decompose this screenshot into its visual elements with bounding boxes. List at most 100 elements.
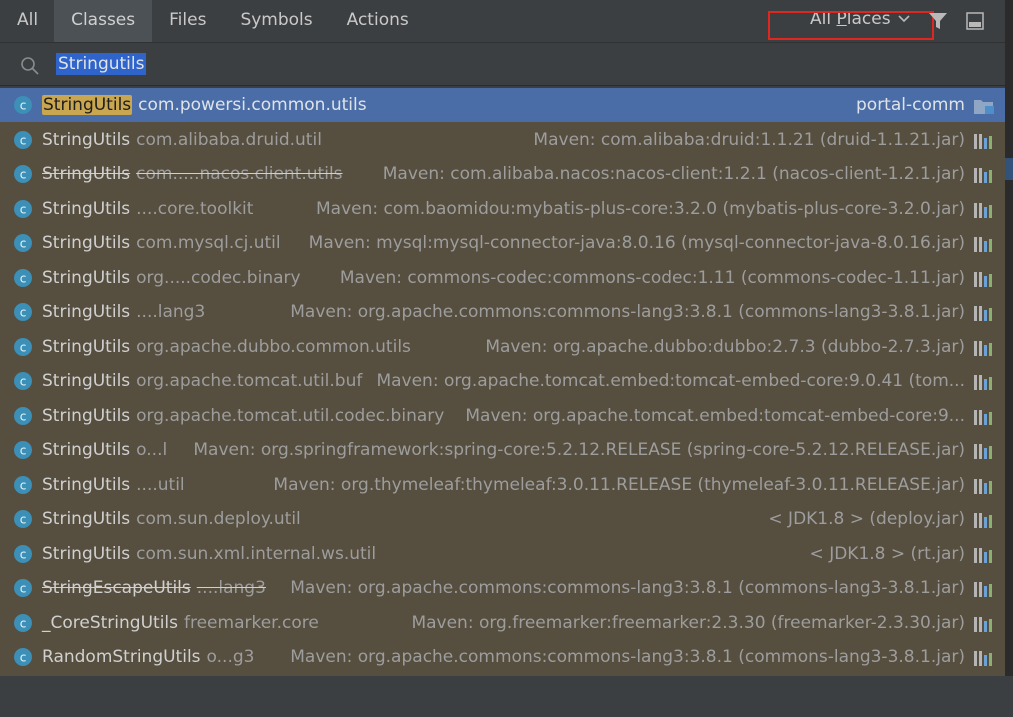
result-row[interactable]: c StringUtils com.alibaba.druid.util Maven:…	[0, 123, 1007, 157]
result-row[interactable]: c StringUtils org.....codec.binary Maven: c…	[0, 261, 1007, 295]
class-icon: c	[14, 165, 32, 183]
tab-files[interactable]: Files	[152, 0, 223, 42]
class-icon: c	[14, 406, 32, 425]
result-row[interactable]: c StringUtils com.powersi.common.utils port…	[0, 88, 1007, 122]
class-name-text: StringUtils	[42, 474, 131, 495]
library-location: Maven: mysql:mysql-connector-java:8.0.16…	[308, 233, 965, 253]
status-area	[0, 676, 1013, 717]
class-name: StringUtils com.alibaba.druid.util	[42, 123, 322, 157]
class-name: StringUtils ....util	[42, 468, 185, 502]
class-name: StringUtils com.....nacos.client.utils	[42, 157, 343, 191]
package-name: com.powersi.common.utils	[138, 95, 367, 115]
class-name: StringUtils o...l	[42, 433, 167, 467]
class-icon: c	[14, 613, 32, 632]
result-row[interactable]: c StringUtils com.sun.deploy.util < JDK1.8 …	[0, 502, 1007, 536]
class-name-text: StringUtils	[42, 543, 131, 564]
class-name-text: StringUtils	[42, 371, 131, 391]
svg-text:c: c	[20, 651, 27, 665]
package-name: org.apache.dubbo.common.utils	[136, 336, 411, 357]
class-name: StringUtils org.apache.dubbo.common.utils	[42, 330, 411, 364]
class-name: StringUtils com.sun.xml.internal.ws.util	[42, 537, 376, 571]
class-icon: c	[14, 234, 32, 252]
search-bar: Stringutils	[0, 42, 1005, 86]
library-location: Maven: org.apache.commons:commons-lang3:…	[290, 302, 965, 322]
library-icon	[974, 340, 992, 356]
library-location: Maven: commons-codec:commons-codec:1.11 …	[339, 267, 965, 288]
class-name-text: RandomStringUtils	[42, 647, 201, 667]
library-location: Maven: org.apache.tomcat.embed:tomcat-em…	[376, 371, 965, 391]
library-icon	[974, 582, 992, 597]
library-location: Maven: org.springframework:spring-core:5…	[193, 440, 965, 460]
pin-window-icon[interactable]	[966, 12, 984, 30]
svg-text:c: c	[20, 375, 27, 389]
class-name: StringUtils com.sun.deploy.util	[42, 502, 301, 536]
result-row[interactable]: c StringUtils org.apache.tomcat.util.codec…	[0, 399, 1007, 433]
class-name-text: StringUtils	[42, 164, 131, 184]
svg-text:c: c	[20, 202, 27, 216]
class-icon: c	[14, 337, 32, 356]
library-location: Maven: com.alibaba:druid:1.1.21 (druid-1…	[533, 129, 965, 150]
svg-text:c: c	[20, 582, 27, 596]
library-location: Maven: org.freemarker:freemarker:2.3.30 …	[411, 612, 965, 633]
svg-text:c: c	[20, 616, 27, 630]
result-row[interactable]: c _CoreStringUtils freemarker.core Maven: o…	[0, 606, 1007, 640]
class-icon: c	[14, 475, 32, 494]
class-icon: c	[14, 579, 32, 597]
scrollbar-track[interactable]	[1005, 0, 1013, 676]
class-name: StringUtils com.powersi.common.utils	[42, 88, 367, 122]
package-name: com.mysql.cj.util	[136, 233, 281, 253]
tab-classes[interactable]: Classes	[54, 0, 153, 42]
library-location: < JDK1.8 > (rt.jar)	[809, 543, 965, 564]
search-icon	[21, 57, 39, 75]
svg-text:c: c	[20, 513, 27, 527]
svg-text:c: c	[20, 99, 27, 113]
result-row[interactable]: c StringUtils org.apache.dubbo.common.util…	[0, 330, 1007, 364]
result-row[interactable]: c StringUtils com.....nacos.client.utils Ma…	[0, 157, 1007, 191]
svg-text:c: c	[20, 168, 27, 182]
tab-symbols[interactable]: Symbols	[223, 0, 329, 42]
class-name: RandomStringUtils o...g3	[42, 640, 254, 674]
result-row[interactable]: c StringUtils com.sun.xml.internal.ws.util…	[0, 537, 1007, 571]
result-row[interactable]: c StringUtils ....core.toolkit Maven: com.b…	[0, 192, 1007, 226]
result-row[interactable]: c StringUtils org.apache.tomcat.util.buf Ma…	[0, 364, 1007, 398]
svg-text:c: c	[20, 444, 27, 458]
library-icon	[974, 547, 992, 563]
result-row[interactable]: c StringUtils com.mysql.cj.util Maven: mysq…	[0, 226, 1007, 260]
library-icon	[974, 271, 992, 287]
package-name: ....lang3	[136, 302, 206, 322]
result-row[interactable]: c StringEscapeUtils ....lang3 Maven: org.ap…	[0, 571, 1007, 605]
scrollbar-marker	[1005, 158, 1013, 180]
filter-icon[interactable]	[928, 12, 948, 30]
class-name: StringUtils ....lang3	[42, 295, 205, 329]
library-icon	[974, 237, 992, 252]
library-icon	[974, 478, 992, 494]
class-name-text: StringUtils	[42, 233, 131, 253]
class-name-text: StringUtils	[42, 302, 131, 322]
result-row[interactable]: c StringUtils ....util Maven: org.thymeleaf…	[0, 468, 1007, 502]
svg-text:c: c	[20, 133, 27, 147]
class-icon: c	[14, 510, 32, 528]
search-input[interactable]: Stringutils	[56, 53, 147, 75]
class-icon: c	[14, 544, 32, 563]
library-location: Maven: org.thymeleaf:thymeleaf:3.0.11.RE…	[273, 474, 965, 495]
class-name-text: StringUtils	[42, 336, 131, 357]
class-icon: c	[14, 96, 32, 114]
tab-all[interactable]: All	[0, 0, 54, 42]
package-name: org.....codec.binary	[136, 267, 301, 288]
class-icon: c	[14, 199, 32, 218]
svg-text:c: c	[20, 237, 27, 251]
package-name: ....lang3	[196, 578, 266, 598]
library-icon	[974, 651, 992, 666]
library-icon	[974, 133, 992, 149]
class-name: StringUtils org.apache.tomcat.util.buf	[42, 364, 362, 398]
result-row[interactable]: c RandomStringUtils o...g3 Maven: org.apach…	[0, 640, 1007, 674]
result-row[interactable]: c StringUtils o...l Maven: org.springframew…	[0, 433, 1007, 467]
svg-text:c: c	[20, 271, 27, 285]
result-row[interactable]: c StringUtils ....lang3 Maven: org.apache.c…	[0, 295, 1007, 329]
library-icon	[974, 444, 992, 459]
library-icon	[974, 375, 992, 390]
library-icon	[974, 306, 992, 321]
tab-actions[interactable]: Actions	[330, 0, 426, 42]
library-location: portal-comm	[856, 95, 965, 115]
query-match-highlight: StringUtils	[42, 95, 133, 115]
